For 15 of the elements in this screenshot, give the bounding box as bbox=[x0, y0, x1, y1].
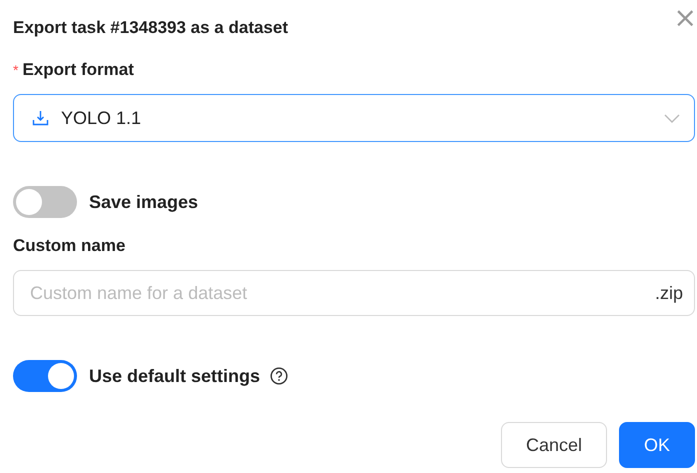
required-mark: * bbox=[13, 62, 18, 78]
ok-button[interactable]: OK bbox=[618, 422, 695, 468]
toggle-label: Use default settings bbox=[89, 366, 260, 386]
suffix-text: .zip bbox=[654, 283, 683, 304]
chevron-down-icon bbox=[664, 114, 680, 122]
toggle-switch[interactable] bbox=[13, 360, 77, 392]
toggle-label: Save images bbox=[89, 192, 198, 212]
help-icon[interactable] bbox=[270, 367, 288, 385]
download-icon bbox=[32, 110, 49, 126]
field-label: Export format bbox=[22, 60, 134, 80]
dialog-title: Export task #1348393 as a dataset bbox=[13, 18, 290, 39]
cancel-button[interactable]: Cancel bbox=[500, 422, 607, 468]
toggle-switch[interactable] bbox=[13, 186, 77, 218]
field-label: Custom name bbox=[13, 236, 126, 256]
format-select[interactable]: YOLO 1.1 bbox=[13, 94, 695, 142]
